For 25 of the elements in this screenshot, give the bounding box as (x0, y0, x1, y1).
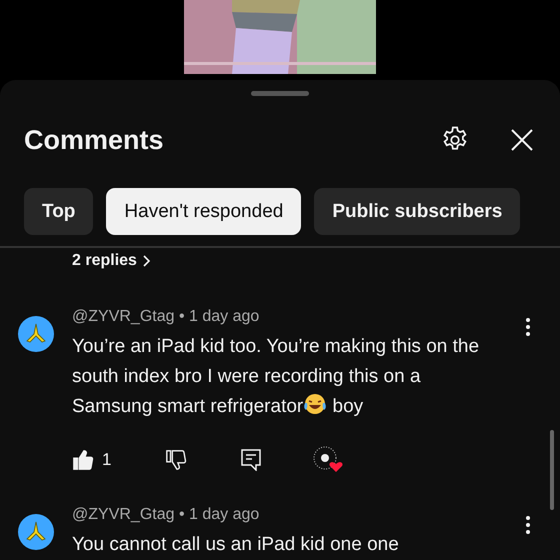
like-button[interactable]: 1 (72, 449, 112, 471)
comment-meta: @ZYVR_Gtag • 1 day ago (72, 505, 260, 525)
reply-icon (241, 449, 262, 471)
avatar[interactable] (18, 514, 54, 550)
avatar[interactable] (18, 316, 54, 352)
scroll-bar[interactable] (550, 430, 554, 510)
comment-text: You cannot call us an iPad kid one one (72, 533, 400, 557)
panel-title: Comments (24, 124, 165, 156)
chevron-icon (142, 255, 151, 267)
filter-chip[interactable]: Public subscribers (314, 188, 520, 236)
comment-text: You’re an iPad kid too. You’re making this on the south index bro I were recording this on a Samsung smart refrigerator boy (72, 335, 480, 419)
replies-link[interactable]: 2 replies (72, 252, 151, 270)
filter-chip[interactable]: Top (24, 188, 94, 236)
more-icon (526, 516, 530, 534)
dislike-button[interactable] (165, 449, 188, 471)
close-button[interactable] (510, 128, 534, 152)
laughing-emoji-icon (303, 393, 328, 415)
more-icon (526, 318, 530, 336)
drag-handle[interactable] (251, 91, 309, 96)
filter-chip[interactable]: Haven't responded (106, 188, 302, 236)
thumbs-down-icon (165, 449, 188, 471)
comment-meta: @ZYVR_Gtag • 1 day ago (72, 307, 260, 327)
close-icon (510, 128, 534, 152)
thumbs-up-icon (72, 449, 94, 471)
reply-button[interactable] (241, 449, 262, 471)
